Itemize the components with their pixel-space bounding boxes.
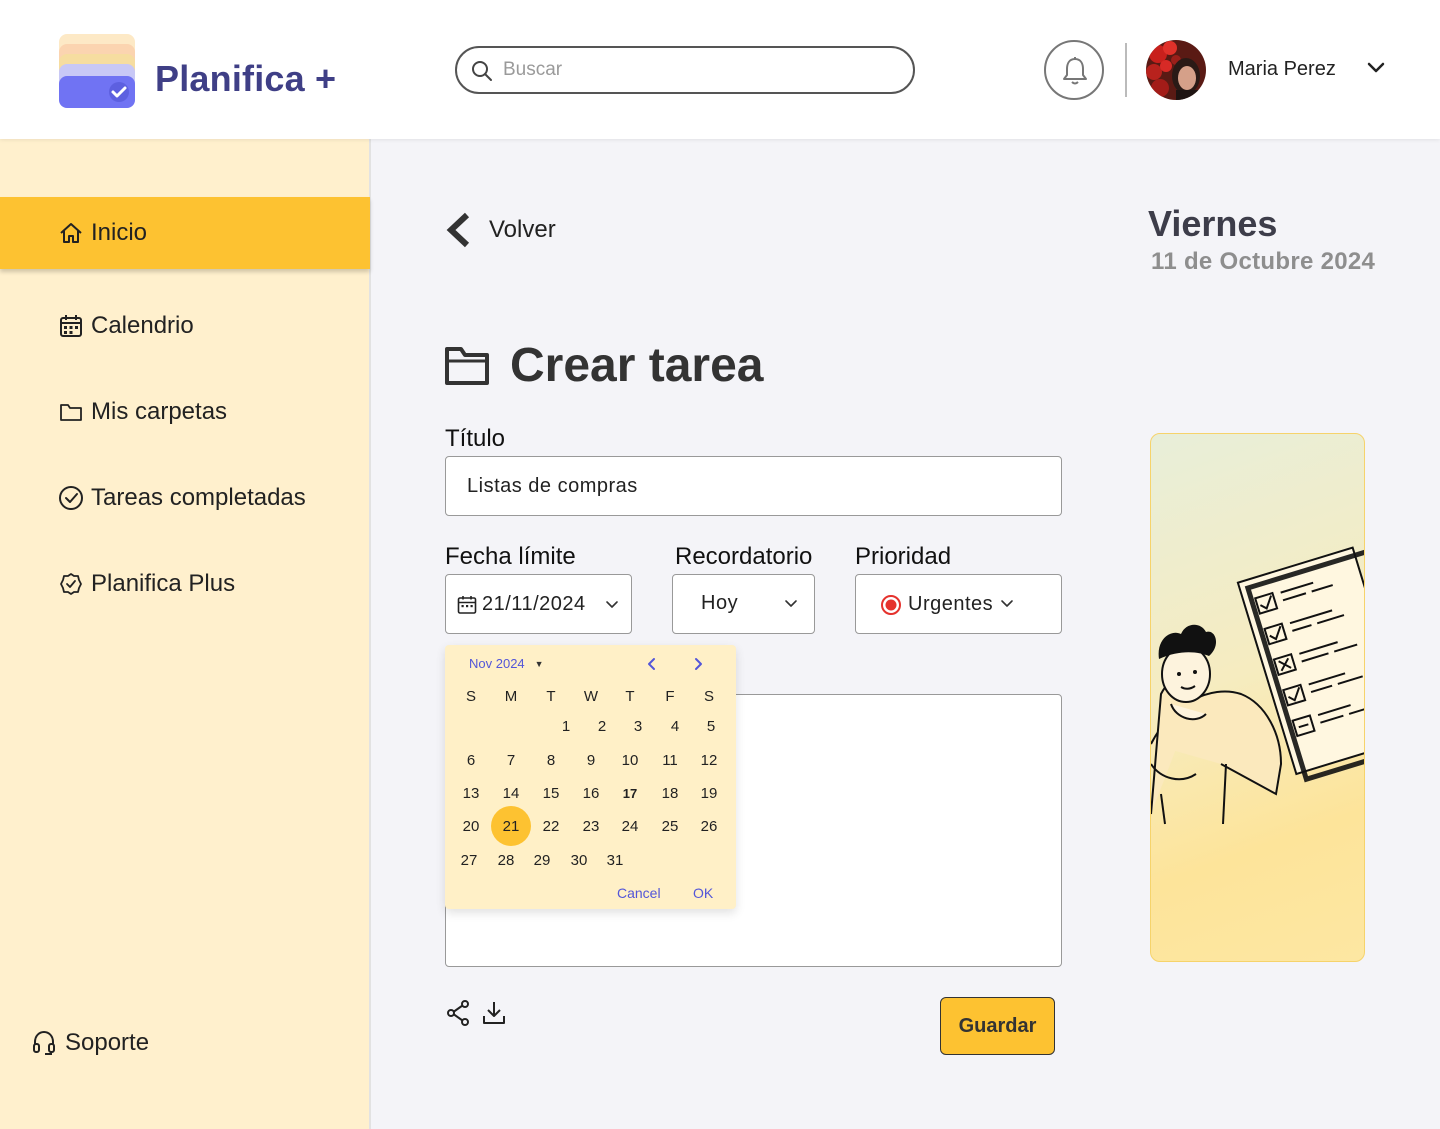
calendar-day[interactable]: 31 <box>595 840 635 880</box>
prev-month-button[interactable] <box>642 655 660 673</box>
sidebar-item-mis-carpetas[interactable]: Mis carpetas <box>0 382 370 442</box>
chevron-down-icon[interactable] <box>1366 61 1386 80</box>
priority-select[interactable]: Urgentes <box>855 574 1062 634</box>
weekday-label: S <box>465 687 476 705</box>
day-name: Viernes <box>1148 203 1278 244</box>
chevron-left-icon <box>446 212 470 248</box>
back-button[interactable]: Volver <box>443 211 556 249</box>
user-name[interactable]: Maria Perez <box>1228 58 1336 81</box>
support-label: Soporte <box>65 1029 150 1056</box>
sidebar-item-inicio[interactable]: Inicio <box>0 197 370 269</box>
sidebar-item-calendario[interactable]: Calendrio <box>0 296 370 356</box>
title-field[interactable] <box>445 456 1062 516</box>
brand-name: Planifica + <box>155 58 337 99</box>
task-checklist-illustration <box>1150 433 1365 962</box>
sidebar: Inicio Calendrio Mis carpetas Tareas com… <box>0 139 371 1129</box>
sidebar-item-tareas-completadas[interactable]: Tareas completadas <box>0 468 370 528</box>
folder-icon <box>58 399 84 425</box>
save-button[interactable]: Guardar <box>940 997 1055 1055</box>
download-icon[interactable] <box>482 1000 506 1031</box>
reminder-select[interactable]: Hoy <box>672 574 815 634</box>
badge-check-icon <box>58 571 84 597</box>
picker-ok-button[interactable]: OK <box>693 885 713 901</box>
chevron-right-icon <box>695 658 702 670</box>
sidebar-item-planifica-plus[interactable]: Planifica Plus <box>0 554 370 614</box>
calendar-day[interactable]: 26 <box>689 806 729 846</box>
calendar-day[interactable]: 25 <box>650 806 690 846</box>
priority-label: Prioridad <box>855 543 952 570</box>
notifications-button[interactable] <box>1044 40 1104 100</box>
folder-icon <box>445 346 489 385</box>
calendar-icon <box>58 313 84 339</box>
search-icon <box>472 61 492 81</box>
chevron-down-icon <box>785 600 797 607</box>
header-divider <box>1125 43 1127 97</box>
share-icon[interactable] <box>446 1000 470 1031</box>
search-input[interactable] <box>503 56 893 84</box>
page-title: Crear tarea <box>510 339 764 392</box>
reminder-value: Hoy <box>701 592 739 614</box>
sidebar-item-label: Calendrio <box>91 312 194 339</box>
month-selector[interactable]: Nov 2024 ▼ <box>469 656 544 671</box>
due-date-select[interactable]: 21/11/2024 <box>445 574 632 634</box>
priority-value: Urgentes <box>908 593 994 615</box>
month-label: Nov 2024 <box>469 656 525 671</box>
calendar-day[interactable]: 29 <box>522 840 562 880</box>
calendar-day[interactable]: 28 <box>486 840 526 880</box>
sidebar-item-label: Planifica Plus <box>91 570 236 597</box>
chevron-left-icon <box>648 658 655 670</box>
check-circle-icon <box>58 485 84 511</box>
due-date-value: 21/11/2024 <box>482 593 586 615</box>
weekday-label: M <box>504 687 518 705</box>
title-label: Título <box>445 425 506 452</box>
calendar-icon <box>457 596 477 614</box>
calendar-day[interactable]: 27 <box>449 840 489 880</box>
bell-icon <box>1063 57 1087 85</box>
caret-down-icon: ▼ <box>534 658 544 669</box>
due-date-label: Fecha límite <box>445 543 576 570</box>
app-logo-icon[interactable] <box>58 32 136 110</box>
task-tools <box>446 1000 506 1031</box>
chevron-down-icon <box>1001 600 1013 607</box>
date-picker: Nov 2024 ▼ S M T W T F S 1 2 3 4 5 6 7 8… <box>445 645 736 909</box>
page-heading: Crear tarea <box>444 338 764 393</box>
current-date: 11 de Octubre 2024 <box>1151 248 1376 275</box>
calendar-day[interactable]: 30 <box>559 840 599 880</box>
support-link[interactable]: Soporte <box>32 1029 149 1057</box>
back-label: Volver <box>489 216 556 243</box>
search-bar[interactable] <box>455 46 915 94</box>
reminder-label: Recordatorio <box>675 543 813 570</box>
chevron-down-icon <box>606 601 618 608</box>
title-input[interactable] <box>467 471 1027 501</box>
sidebar-item-label: Mis carpetas <box>91 398 228 425</box>
sidebar-item-label: Inicio <box>91 219 148 246</box>
avatar[interactable] <box>1146 40 1206 100</box>
next-month-button[interactable] <box>690 655 708 673</box>
priority-dot-icon <box>881 595 901 615</box>
header: Planifica + Maria Perez <box>0 0 1440 139</box>
sidebar-item-label: Tareas completadas <box>91 484 306 511</box>
home-icon <box>58 220 84 246</box>
picker-cancel-button[interactable]: Cancel <box>617 885 661 901</box>
headset-icon <box>32 1030 58 1056</box>
